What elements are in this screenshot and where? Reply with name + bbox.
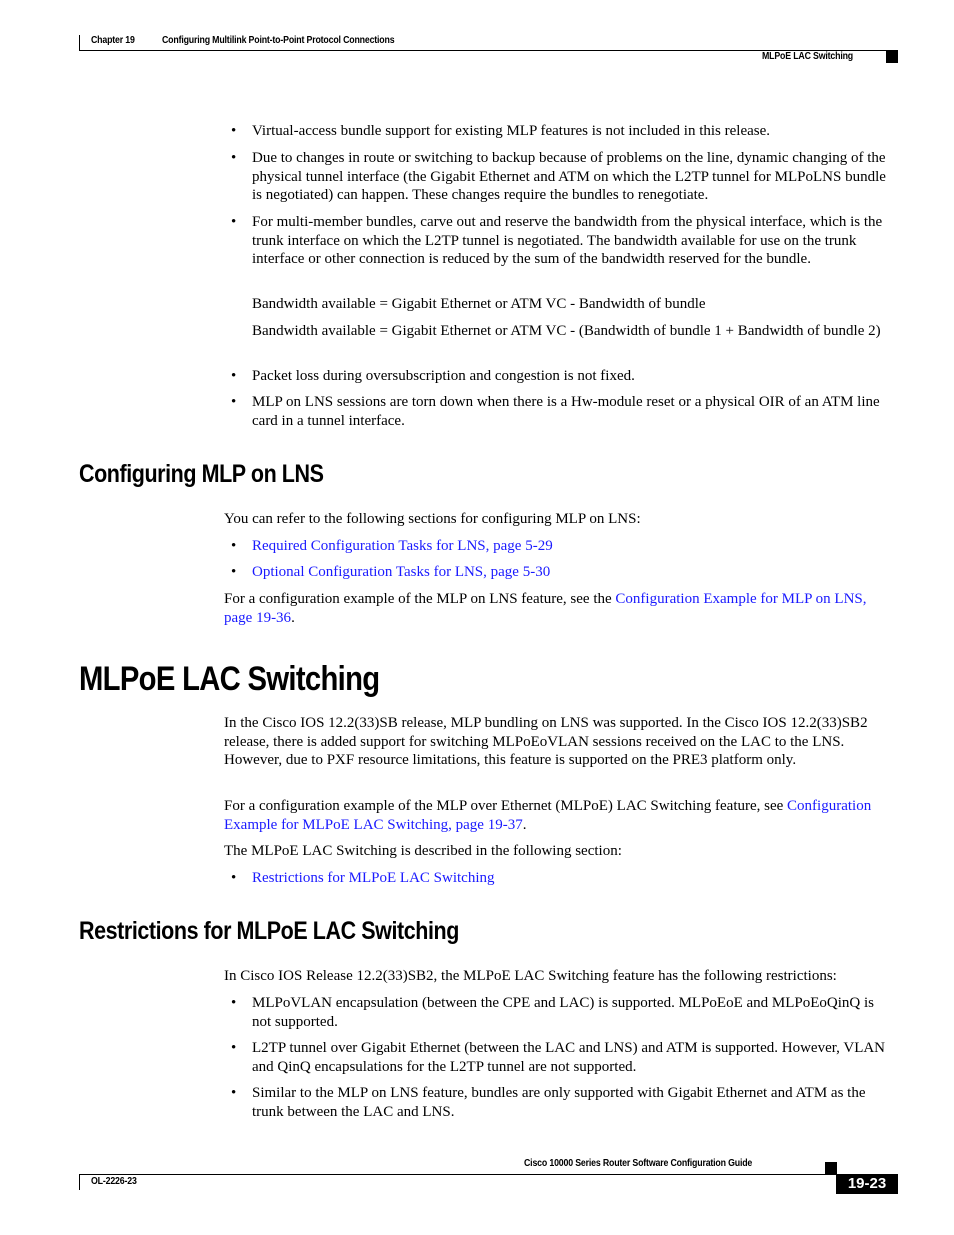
bullet-glyph: • — [231, 564, 237, 580]
restriction-bullet: MLP on LNS sessions are torn down when t… — [252, 394, 880, 429]
bullet-glyph: • — [231, 1085, 237, 1101]
heading-restrictions-mlpoe: Restrictions for MLPoE LAC Switching — [79, 917, 459, 945]
link-optional-config-tasks[interactable]: Optional Configuration Tasks for LNS, pa… — [252, 564, 550, 580]
example-suffix: . — [291, 609, 295, 626]
footer-rule — [79, 1174, 898, 1175]
mlp-lns-example-paragraph: For a configuration example of the MLP o… — [224, 590, 896, 627]
restriction-bullet: MLPoVLAN encapsulation (between the CPE … — [252, 995, 875, 1030]
bullet-glyph: • — [231, 368, 237, 384]
mlp-lns-intro: You can refer to the following sections … — [224, 511, 641, 527]
bullet-glyph: • — [231, 1040, 237, 1056]
example-suffix: . — [522, 816, 527, 833]
footer-left-bar — [79, 1174, 80, 1190]
formula-line: Bandwidth available = Gigabit Ethernet o… — [252, 323, 881, 339]
mlpoe-intro-paragraph: In the Cisco IOS 12.2(33)SB release, MLP… — [224, 715, 868, 769]
list-item: Optional Configuration Tasks for LNS, pa… — [252, 563, 896, 582]
header-chapter: Chapter 19 — [91, 35, 135, 46]
restriction-bullet: L2TP tunnel over Gigabit Ethernet (betwe… — [252, 1040, 886, 1075]
link-restrictions-mlpoe[interactable]: Restrictions for MLPoE LAC Switching — [252, 870, 495, 886]
header-left-bar — [79, 35, 80, 51]
bullet-glyph: • — [231, 870, 237, 886]
mlpoe-example-paragraph: For a configuration example of the MLP o… — [224, 797, 896, 834]
link-required-config-tasks[interactable]: Required Configuration Tasks for LNS, pa… — [252, 538, 553, 554]
list-item: Restrictions for MLPoE LAC Switching — [252, 869, 896, 888]
bullet-glyph: • — [231, 123, 237, 139]
bullet-glyph: • — [231, 150, 237, 166]
list-item: Required Configuration Tasks for LNS, pa… — [252, 537, 896, 556]
restrictions-intro: In Cisco IOS Release 12.2(33)SB2, the ML… — [224, 968, 837, 984]
header-marker — [886, 51, 898, 63]
restriction-bullet: Similar to the MLP on LNS feature, bundl… — [252, 1085, 866, 1120]
footer-guide-title: Cisco 10000 Series Router Software Confi… — [524, 1158, 753, 1169]
page-number: 19-23 — [836, 1174, 898, 1194]
example-prefix: For a configuration example of the MLP o… — [224, 798, 788, 814]
footer-doc-id: OL-2226-23 — [91, 1176, 137, 1187]
restriction-bullet: Due to changes in route or switching to … — [252, 150, 886, 204]
bullet-glyph: • — [231, 995, 237, 1011]
heading-configuring-mlp-on-lns: Configuring MLP on LNS — [79, 460, 324, 488]
header-chapter-title: Configuring Multilink Point-to-Point Pro… — [162, 35, 395, 46]
restriction-bullet: For multi-member bundles, carve out and … — [252, 214, 883, 268]
restriction-bullet: Virtual-access bundle support for existi… — [252, 123, 770, 139]
restriction-bullet: Packet loss during oversubscription and … — [252, 368, 635, 384]
bullet-glyph: • — [231, 214, 237, 230]
bullet-glyph: • — [231, 538, 237, 554]
formula-line: Bandwidth available = Gigabit Ethernet o… — [252, 296, 706, 312]
mlpoe-section-note: The MLPoE LAC Switching is described in … — [224, 843, 622, 859]
example-prefix: For a configuration example of the MLP o… — [224, 591, 616, 607]
footer-marker — [825, 1162, 837, 1174]
bullet-glyph: • — [231, 394, 237, 410]
header-section: MLPoE LAC Switching — [762, 51, 854, 62]
heading-mlpoe-lac-switching: MLPoE LAC Switching — [79, 660, 380, 698]
